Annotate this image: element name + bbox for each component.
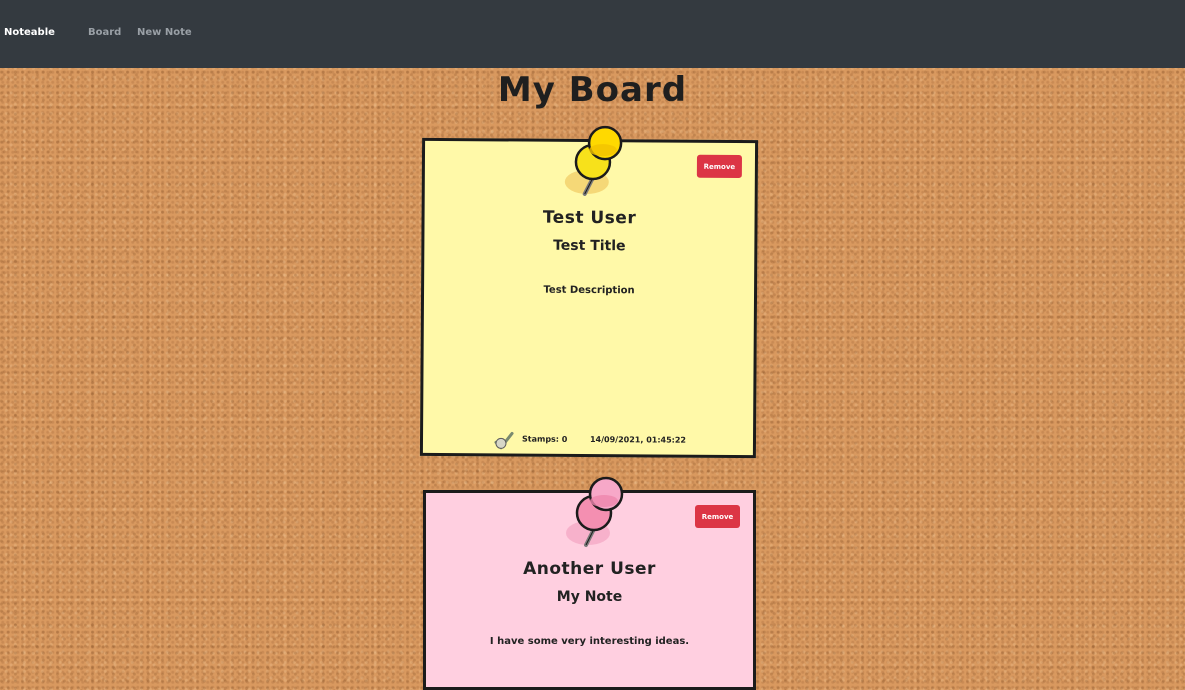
note-card: Remove Another User My Note I have some … (423, 476, 756, 690)
pushpin-icon (564, 125, 623, 196)
navbar-brand[interactable]: Noteable (4, 27, 55, 38)
note-user: Test User (542, 207, 637, 229)
note-footer: Stamps: 0 14/09/2021, 01:45:22 (423, 430, 753, 452)
navbar: Noteable Board New Note (0, 0, 1185, 68)
remove-button[interactable]: Remove (696, 154, 743, 179)
pushpin-icon (566, 476, 624, 547)
note-timestamp: 14/09/2021, 01:45:22 (589, 435, 687, 445)
remove-button[interactable]: Remove (695, 505, 740, 528)
nav-link-new-note[interactable]: New Note (137, 27, 192, 38)
note-title: My Note (556, 589, 623, 605)
note-user: Another User (523, 559, 656, 579)
page-title: My Board (497, 70, 688, 110)
note-card: Remove Test User Test Title Test Descrip… (419, 125, 759, 459)
nav-link-board[interactable]: Board (88, 27, 121, 38)
note-description: I have some very interesting ideas. (489, 636, 690, 647)
stamps-count: Stamps: 0 (521, 434, 568, 444)
note-title: Test Title (553, 237, 626, 255)
note-description: Test Description (543, 284, 635, 297)
stamp-icon[interactable] (493, 430, 515, 450)
